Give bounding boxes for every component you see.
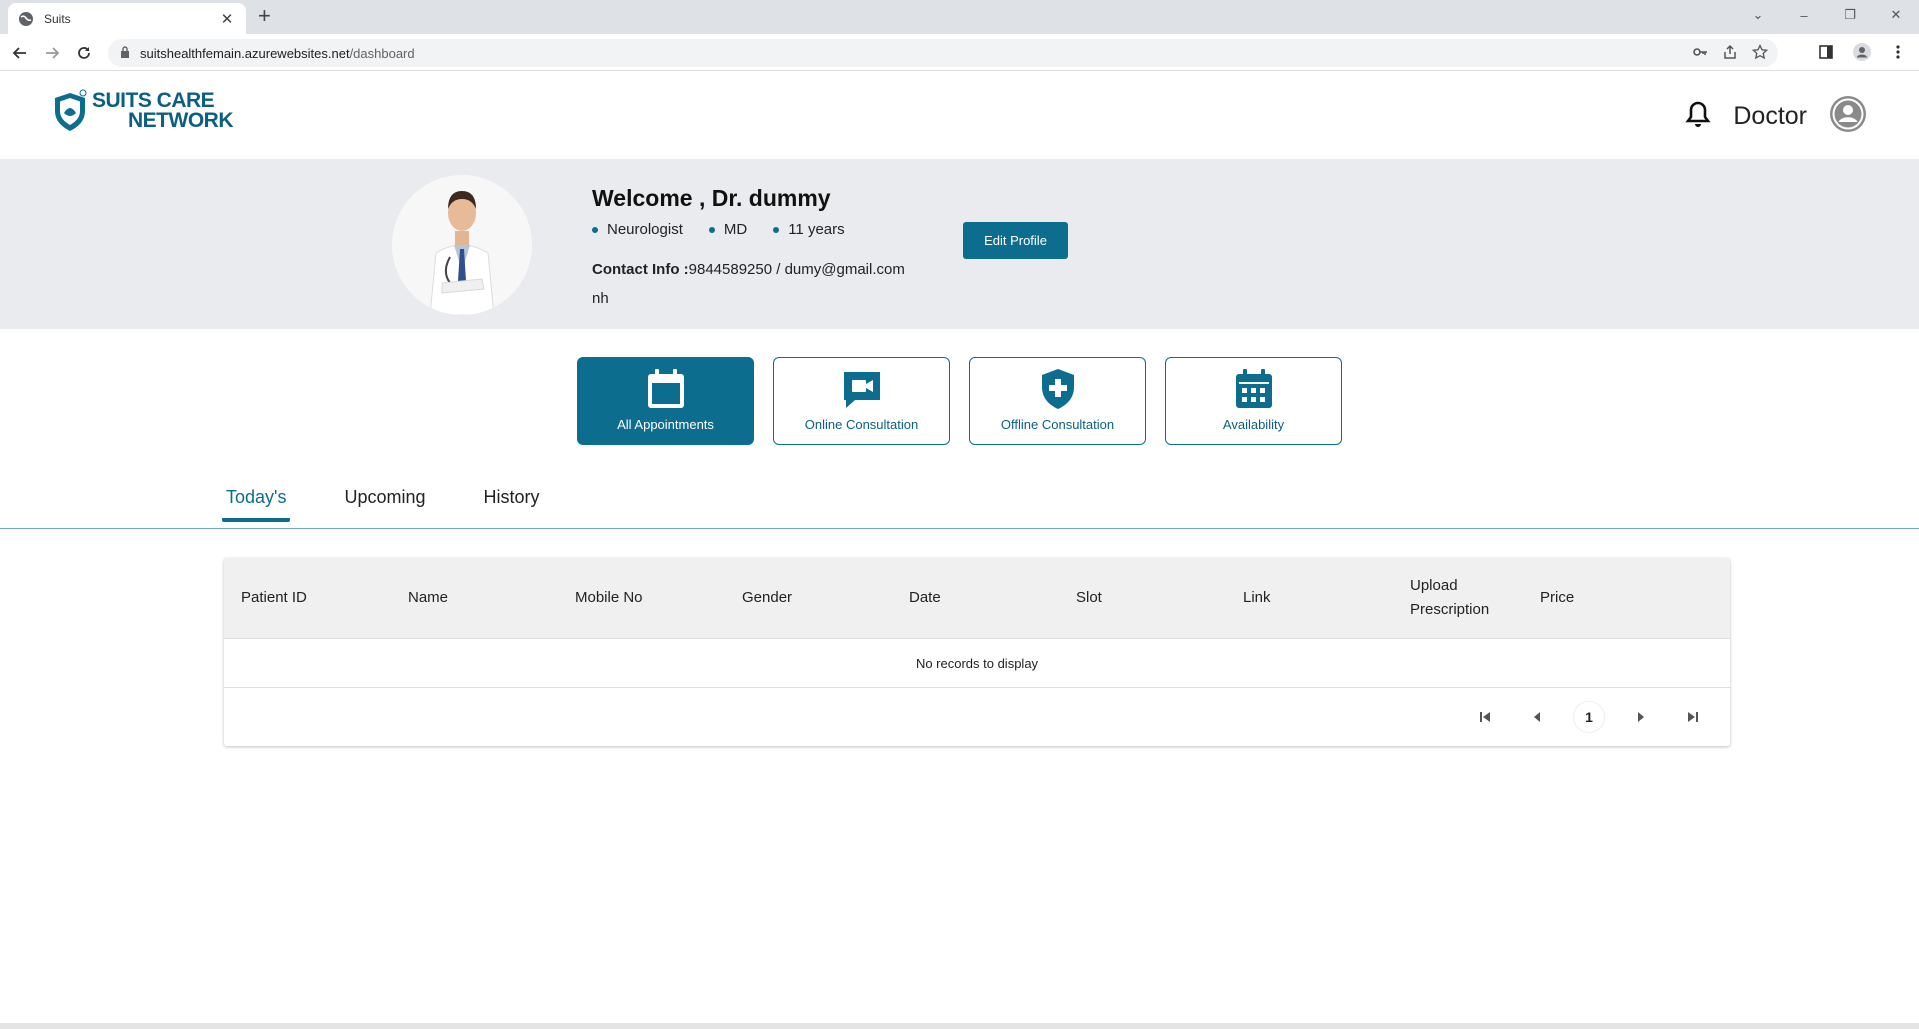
window-controls: ⌄ – ❐ ✕ — [1735, 0, 1919, 30]
calendar-icon — [644, 367, 688, 411]
action-cards: All Appointments Online Consultation Off… — [577, 357, 1342, 445]
address-bar[interactable]: suitshealthfemain.azurewebsites.net/dash… — [108, 39, 1778, 67]
browser-tab[interactable]: Suits ✕ — [8, 3, 246, 34]
column-header[interactable]: Price — [1523, 586, 1690, 610]
card-label: All Appointments — [617, 417, 714, 432]
offline-consultation-card[interactable]: Offline Consultation — [969, 357, 1146, 445]
logo[interactable]: SUITS CARE NETWORK — [52, 89, 234, 133]
table-header: Patient ID Name Mobile No Gender Date Sl… — [224, 558, 1730, 639]
tab-upcoming[interactable]: Upcoming — [340, 487, 429, 522]
close-window-icon[interactable]: ✕ — [1873, 7, 1919, 23]
degree: MD — [709, 221, 747, 238]
key-icon[interactable] — [1692, 44, 1708, 63]
profile-note: nh — [592, 290, 609, 307]
profile-banner: Welcome , Dr. dummy Neurologist MD 11 ye… — [0, 159, 1919, 329]
column-header[interactable]: Name — [391, 586, 558, 610]
column-header[interactable]: Link — [1226, 586, 1393, 610]
browser-menu-icon[interactable] — [1887, 41, 1909, 63]
column-header[interactable]: Mobile No — [558, 586, 725, 610]
all-appointments-card[interactable]: All Appointments — [577, 357, 754, 445]
appointment-tabs: Today's Upcoming History — [222, 487, 544, 522]
current-page[interactable]: 1 — [1574, 702, 1604, 732]
pagination: 1 — [224, 688, 1730, 746]
tabs-divider — [0, 528, 1919, 529]
welcome-heading: Welcome , Dr. dummy — [592, 185, 831, 211]
calendar-grid-icon — [1232, 367, 1276, 411]
qualifications-list: Neurologist MD 11 years — [592, 221, 845, 238]
video-chat-icon — [840, 367, 884, 411]
last-page-icon[interactable] — [1678, 702, 1708, 732]
new-tab-icon[interactable]: + — [258, 4, 271, 28]
minimize-icon[interactable]: – — [1781, 8, 1827, 23]
previous-page-icon[interactable] — [1522, 702, 1552, 732]
restore-icon[interactable]: ❐ — [1827, 7, 1873, 23]
next-page-icon[interactable] — [1626, 702, 1656, 732]
share-icon[interactable] — [1722, 44, 1738, 63]
edit-profile-button[interactable]: Edit Profile — [963, 222, 1068, 259]
column-header[interactable]: Slot — [1059, 586, 1226, 610]
app-header: SUITS CARE NETWORK Doctor — [0, 71, 1919, 159]
bookmark-star-icon[interactable] — [1751, 43, 1769, 63]
reload-icon[interactable] — [72, 41, 96, 65]
logo-text: SUITS CARE NETWORK — [92, 89, 234, 132]
tab-history[interactable]: History — [480, 487, 544, 522]
account-avatar-icon[interactable] — [1829, 95, 1867, 138]
contact-value: 9844589250 / dumy@gmail.com — [688, 261, 905, 278]
back-icon[interactable] — [8, 41, 32, 65]
side-panel-icon[interactable] — [1815, 41, 1837, 63]
shield-plus-icon — [1036, 367, 1080, 411]
availability-card[interactable]: Availability — [1165, 357, 1342, 445]
logo-line-1: SUITS CARE — [92, 89, 215, 112]
globe-icon — [18, 11, 34, 27]
column-header[interactable]: Upload Prescription — [1393, 574, 1523, 622]
logo-line-2: NETWORK — [128, 109, 234, 132]
column-header[interactable]: Date — [892, 586, 1059, 610]
card-label: Offline Consultation — [1000, 417, 1115, 432]
column-header[interactable]: Gender — [725, 586, 892, 610]
lock-icon — [120, 45, 130, 61]
tab-title: Suits — [44, 11, 71, 26]
experience: 11 years — [773, 221, 844, 238]
first-page-icon[interactable] — [1470, 702, 1500, 732]
browser-tabstrip: Suits ✕ + ⌄ – ❐ ✕ — [0, 0, 1919, 34]
url-host: suitshealthfemain.azurewebsites.net — [140, 45, 350, 61]
doctor-photo — [392, 175, 532, 315]
tab-search-icon[interactable]: ⌄ — [1735, 7, 1781, 23]
appointments-table: Patient ID Name Mobile No Gender Date Sl… — [224, 558, 1730, 746]
empty-message: No records to display — [224, 639, 1730, 688]
shield-logo-icon — [55, 89, 87, 131]
tab-todays[interactable]: Today's — [222, 487, 291, 522]
forward-icon[interactable] — [40, 41, 64, 65]
page-bottom-bar — [0, 1023, 1919, 1029]
profile-icon[interactable] — [1851, 41, 1873, 63]
contact-info: Contact Info :9844589250 / dumy@gmail.co… — [592, 261, 905, 278]
browser-toolbar: suitshealthfemain.azurewebsites.net/dash… — [0, 34, 1919, 71]
column-header[interactable]: Patient ID — [224, 586, 391, 610]
url-path: /dashboard — [349, 45, 415, 61]
specialty: Neurologist — [592, 221, 683, 238]
online-consultation-card[interactable]: Online Consultation — [773, 357, 950, 445]
user-role-label[interactable]: Doctor — [1733, 102, 1807, 131]
card-label: Online Consultation — [804, 417, 919, 432]
contact-label: Contact Info : — [592, 261, 689, 278]
tab-close-icon[interactable]: ✕ — [218, 10, 236, 28]
card-label: Availability — [1222, 417, 1285, 432]
bell-icon[interactable] — [1685, 100, 1711, 133]
